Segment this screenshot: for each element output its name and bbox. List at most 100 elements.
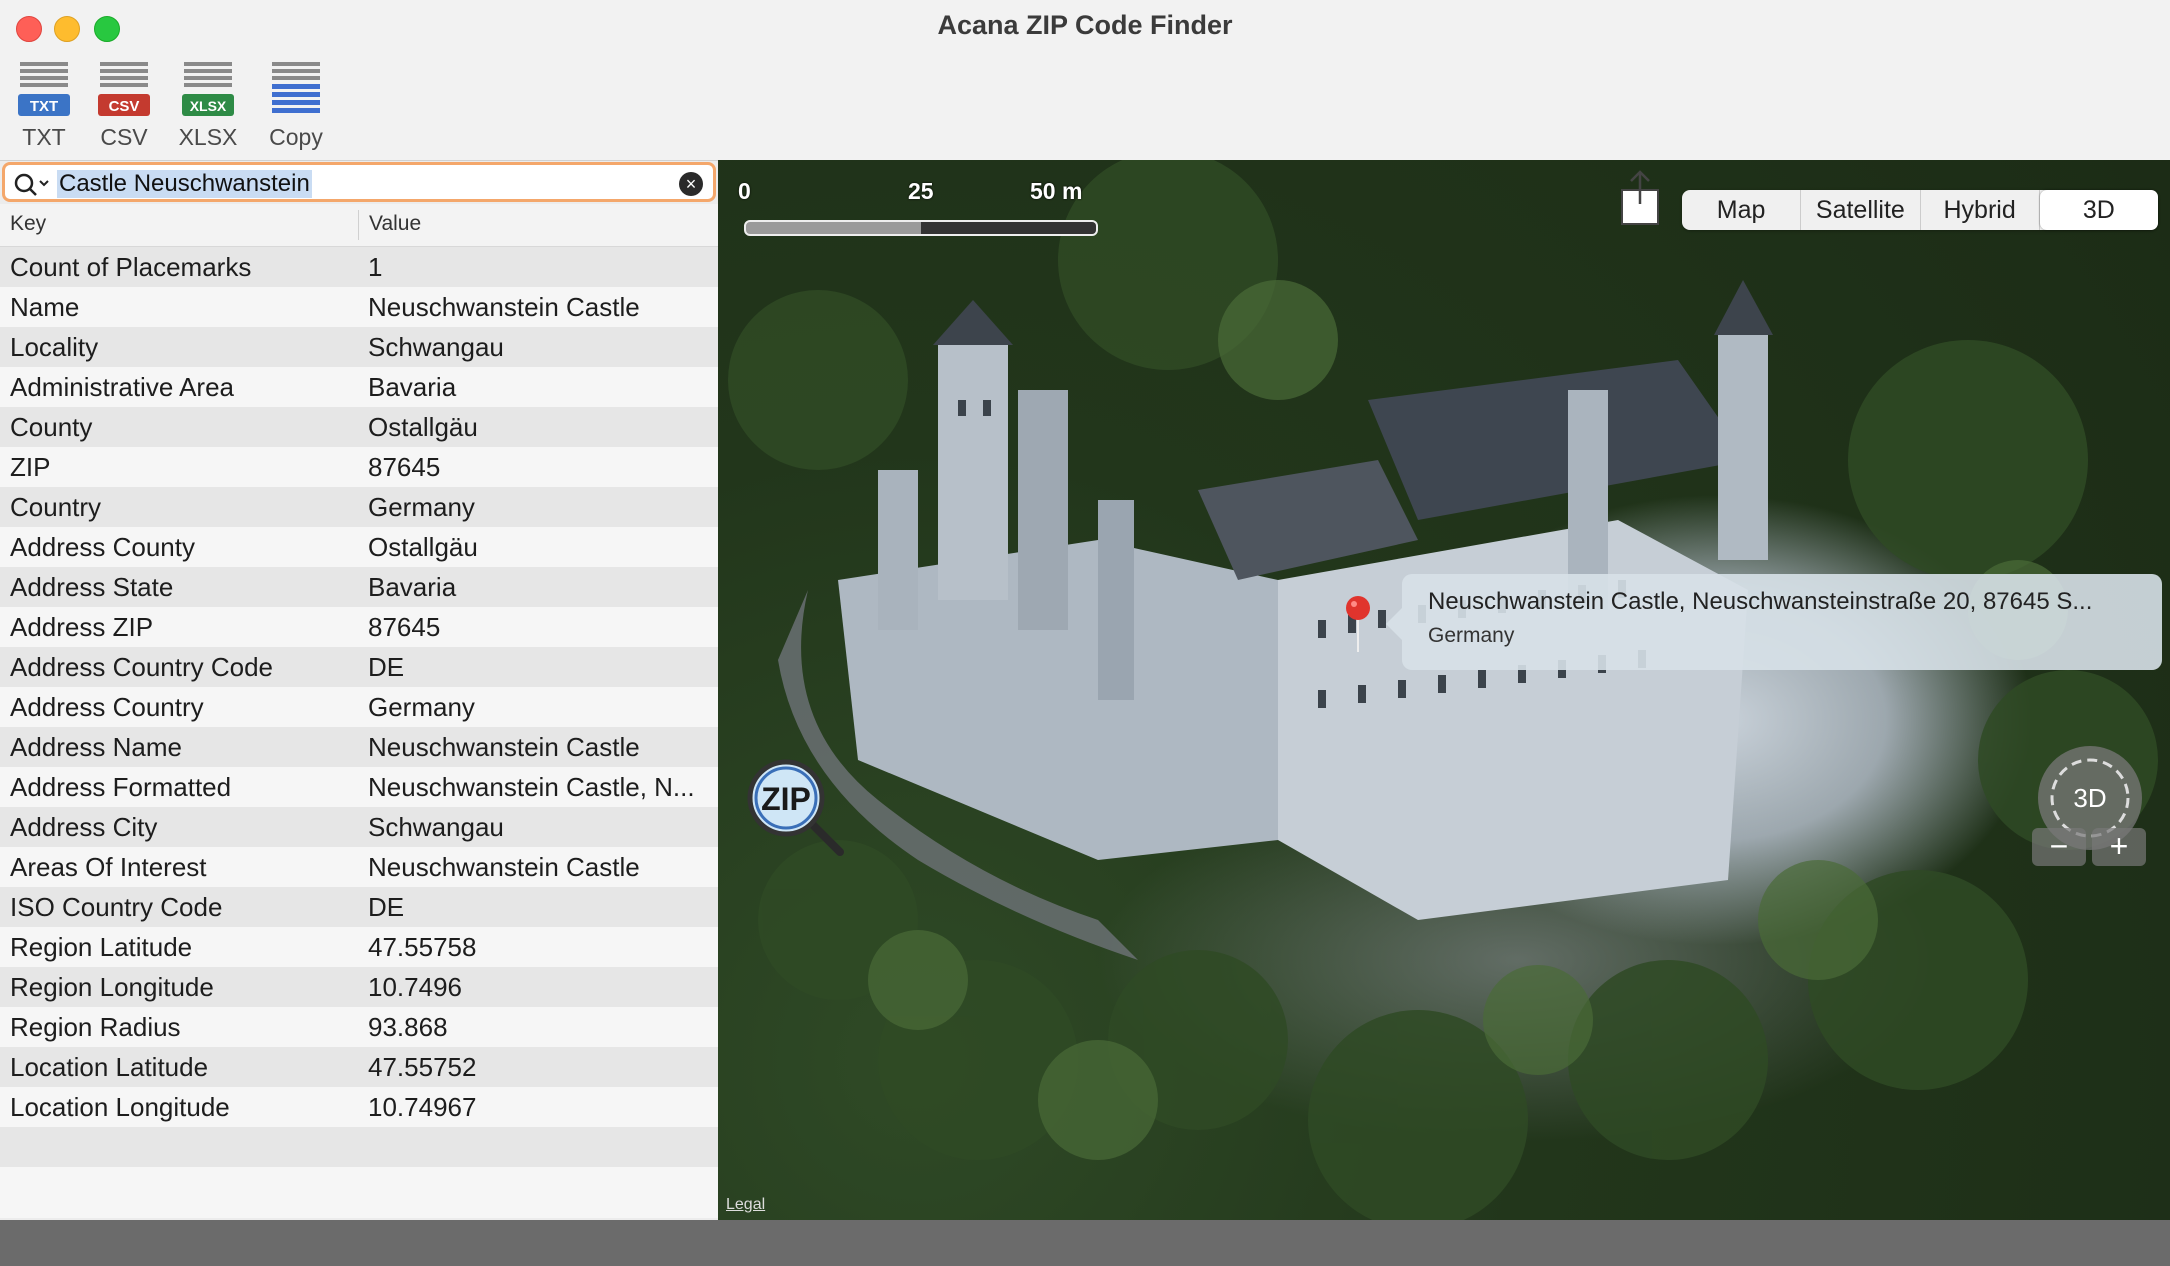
xlsx-file-icon: XLSX bbox=[182, 62, 234, 116]
column-header-value[interactable]: Value bbox=[369, 212, 421, 236]
csv-file-icon: CSV bbox=[98, 62, 150, 116]
row-key: Address City bbox=[10, 812, 158, 842]
map-pin-icon[interactable] bbox=[1344, 594, 1372, 654]
app-window: Acana ZIP Code Finder TXT TXT CSV CSV XL… bbox=[0, 0, 2170, 1220]
table-row[interactable]: Region Radius 93.868 bbox=[0, 1007, 718, 1047]
export-xlsx-button[interactable]: XLSX XLSX bbox=[172, 60, 244, 151]
row-value: Schwangau bbox=[368, 332, 504, 362]
table-row[interactable]: Address State Bavaria bbox=[0, 567, 718, 607]
table-row[interactable]: Administrative Area Bavaria bbox=[0, 367, 718, 407]
row-key: ZIP bbox=[10, 452, 51, 482]
table-row[interactable]: Location Longitude 10.74967 bbox=[0, 1087, 718, 1127]
mode-hybrid[interactable]: Hybrid bbox=[1921, 190, 2040, 230]
copy-table-icon bbox=[272, 62, 320, 113]
scale-max: 50 m bbox=[1030, 178, 1083, 204]
row-value: 93.868 bbox=[368, 1012, 448, 1042]
svg-text:XLSX: XLSX bbox=[190, 98, 227, 114]
table-row[interactable]: Location Latitude 47.55752 bbox=[0, 1047, 718, 1087]
row-key: Region Longitude bbox=[10, 972, 214, 1002]
row-value: DE bbox=[368, 652, 405, 682]
table-row[interactable]: Address ZIP 87645 bbox=[0, 607, 718, 647]
search-field[interactable]: Castle Neuschwanstein × bbox=[2, 162, 716, 202]
txt-label: TXT bbox=[22, 124, 66, 150]
row-value: 47.55758 bbox=[368, 932, 477, 962]
table-row[interactable]: County Ostallgäu bbox=[0, 407, 718, 447]
scale-mid: 25 bbox=[908, 178, 934, 204]
mode-map[interactable]: Map bbox=[1682, 190, 1802, 230]
scale-bar bbox=[744, 220, 1098, 236]
row-key: Address ZIP bbox=[10, 612, 154, 642]
row-value: Schwangau bbox=[368, 812, 504, 842]
castle-3d-image bbox=[728, 160, 2158, 1220]
callout-country: Germany bbox=[1428, 624, 1515, 647]
table-row[interactable]: Count of Placemarks 1 bbox=[0, 247, 718, 287]
row-key: Count of Placemarks bbox=[10, 252, 252, 282]
search-icon bbox=[14, 173, 49, 196]
mode-satellite[interactable]: Satellite bbox=[1801, 190, 1921, 230]
share-icon[interactable] bbox=[1618, 170, 1662, 228]
row-value: Bavaria bbox=[368, 372, 457, 402]
row-key: Address Country bbox=[10, 692, 204, 722]
row-value: Neuschwanstein Castle bbox=[368, 732, 640, 762]
legal-link[interactable]: Legal bbox=[726, 1196, 765, 1214]
export-txt-button[interactable]: TXT TXT bbox=[8, 60, 80, 151]
row-value: Germany bbox=[368, 692, 475, 722]
row-value: 87645 bbox=[368, 612, 441, 642]
clear-search-icon[interactable]: × bbox=[679, 172, 703, 196]
mode-3d[interactable]: 3D bbox=[2039, 190, 2158, 230]
row-value: 1 bbox=[368, 252, 383, 282]
copy-button[interactable]: Copy bbox=[260, 60, 332, 151]
location-callout[interactable]: Neuschwanstein Castle, Neuschwansteinstr… bbox=[1386, 574, 2162, 670]
row-key: Administrative Area bbox=[10, 372, 234, 402]
copy-label: Copy bbox=[269, 124, 323, 150]
table-row[interactable]: Address Country Code DE bbox=[0, 647, 718, 687]
row-value: 47.55752 bbox=[368, 1052, 477, 1082]
table-row[interactable]: Locality Schwangau bbox=[0, 327, 718, 367]
row-key: Location Latitude bbox=[10, 1052, 209, 1082]
table-row[interactable]: ISO Country Code DE bbox=[0, 887, 718, 927]
row-value: Germany bbox=[368, 492, 475, 522]
row-key: Address State bbox=[10, 572, 174, 602]
row-key: Address Name bbox=[10, 732, 182, 762]
row-value: 10.74967 bbox=[368, 1092, 477, 1122]
results-table: Key Value Count of Placemarks 1 Name Neusch… bbox=[0, 204, 718, 1218]
zoom-controls: − + bbox=[2032, 828, 2148, 866]
map-view[interactable]: 0 25 50 m Map Satellite Hybrid 3D Neusch… bbox=[718, 160, 2170, 1220]
table-row[interactable]: Address County Ostallgäu bbox=[0, 527, 718, 567]
table-row[interactable]: Areas Of Interest Neuschwanstein Castle bbox=[0, 847, 718, 887]
svg-text:CSV: CSV bbox=[109, 98, 140, 115]
table-row[interactable]: Address Name Neuschwanstein Castle bbox=[0, 727, 718, 767]
row-key: ISO Country Code bbox=[10, 892, 223, 922]
table-body: Count of Placemarks 1 Name Neuschwanstein C… bbox=[0, 247, 718, 1207]
table-row[interactable]: Name Neuschwanstein Castle bbox=[0, 287, 718, 327]
window-title: Acana ZIP Code Finder bbox=[937, 10, 1233, 40]
zoom-out-button[interactable]: − bbox=[2032, 828, 2086, 866]
table-row[interactable]: Address Formatted Neuschwanstein Castle, … bbox=[0, 767, 718, 807]
map-mode-selector: Map Satellite Hybrid 3D bbox=[1682, 190, 2158, 230]
table-row[interactable]: Address City Schwangau bbox=[0, 807, 718, 847]
export-csv-button[interactable]: CSV CSV bbox=[88, 60, 160, 151]
row-value: Bavaria bbox=[368, 572, 457, 602]
empty-table-row bbox=[0, 1167, 718, 1207]
row-value: 10.7496 bbox=[368, 972, 462, 1002]
table-row[interactable]: Region Latitude 47.55758 bbox=[0, 927, 718, 967]
column-header-key[interactable]: Key bbox=[10, 212, 46, 236]
row-key: Location Longitude bbox=[10, 1092, 230, 1122]
row-key: Region Latitude bbox=[10, 932, 193, 962]
table-header: Key Value bbox=[0, 204, 718, 247]
row-key: Region Radius bbox=[10, 1012, 181, 1042]
search-input[interactable]: Castle Neuschwanstein bbox=[57, 170, 312, 198]
table-row[interactable]: Region Longitude 10.7496 bbox=[0, 967, 718, 1007]
row-value: Ostallgäu bbox=[368, 532, 478, 562]
row-key: Name bbox=[10, 292, 80, 322]
zoom-in-button[interactable]: + bbox=[2092, 828, 2146, 866]
row-value: Neuschwanstein Castle, N... bbox=[368, 772, 695, 802]
table-row[interactable]: Country Germany bbox=[0, 487, 718, 527]
row-key: Address Country Code bbox=[10, 652, 274, 682]
column-divider[interactable] bbox=[358, 210, 359, 240]
scale-zero: 0 bbox=[738, 178, 751, 204]
txt-file-icon: TXT bbox=[18, 62, 70, 116]
table-row[interactable]: ZIP 87645 bbox=[0, 447, 718, 487]
row-value: DE bbox=[368, 892, 405, 922]
table-row[interactable]: Address Country Germany bbox=[0, 687, 718, 727]
